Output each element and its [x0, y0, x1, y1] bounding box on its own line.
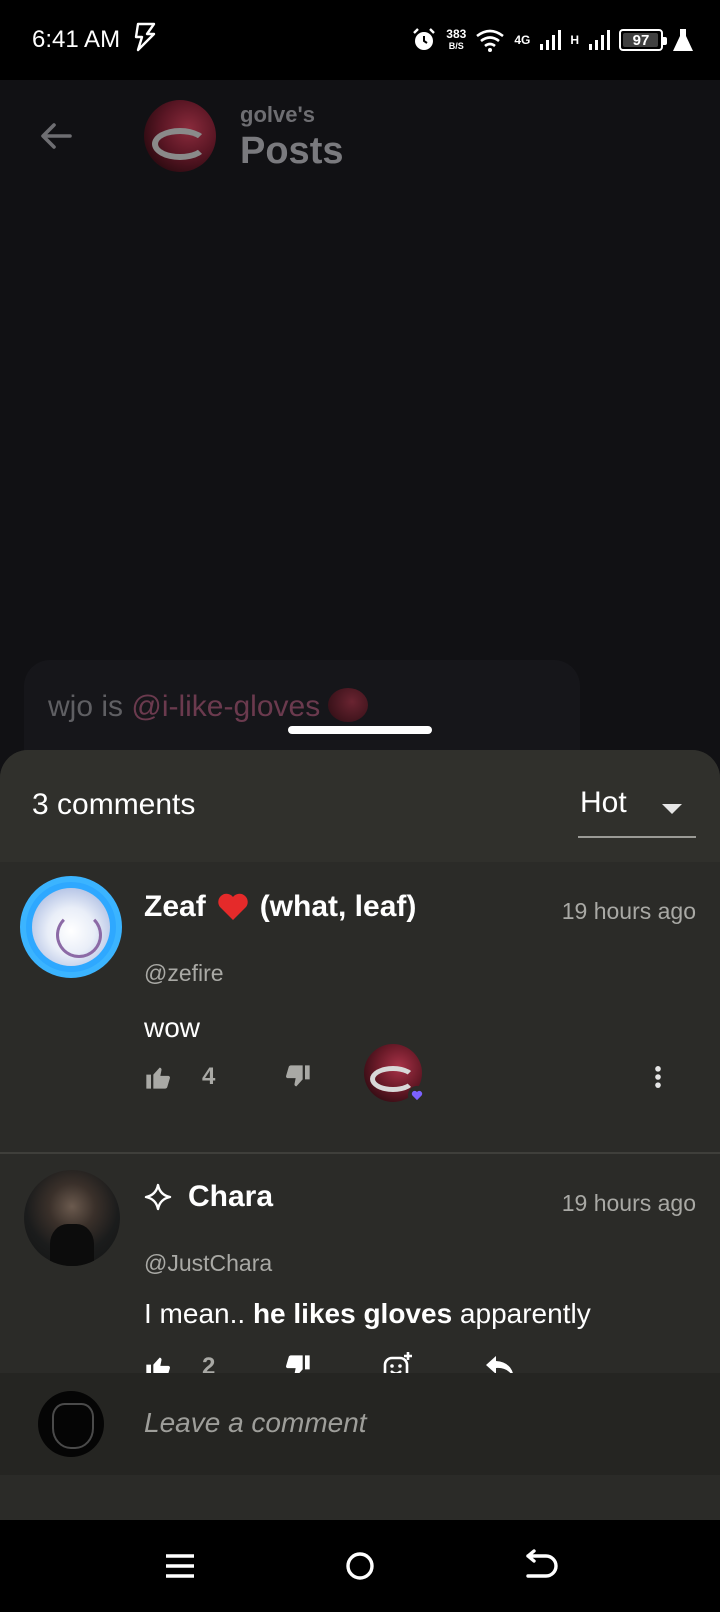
status-bar: 6:41 AM 383 B/S 4G H 97	[0, 0, 720, 80]
sort-dropdown[interactable]: Hot	[578, 774, 696, 838]
sort-value: Hot	[580, 786, 627, 819]
posts-page: golve's Posts wjo is @i-like-gloves	[0, 80, 720, 780]
comment-handle: @zefire	[144, 960, 224, 986]
thumbs-down-icon	[286, 1065, 310, 1087]
sheet-drag-handle[interactable]	[288, 726, 432, 734]
net-speed: 383 B/S	[446, 27, 467, 51]
page-subtitle: golve's	[240, 102, 315, 127]
comments-sheet: 3 comments Hot Zeaf (what, leaf) @zefire…	[0, 750, 720, 1520]
flask-icon	[673, 29, 693, 51]
avatar[interactable]	[20, 876, 122, 978]
more-vert-icon	[655, 1066, 661, 1088]
comment-author[interactable]: Zeaf (what, leaf)	[144, 890, 416, 924]
back-nav-icon[interactable]	[522, 1548, 558, 1584]
comments-count: 3 comments	[32, 788, 196, 821]
back-arrow-icon[interactable]	[36, 116, 76, 156]
comment-time: 19 hours ago	[561, 1190, 696, 1216]
lightning-icon	[134, 22, 156, 52]
custom-emoji-icon	[328, 688, 369, 722]
reaction-heart-icon	[408, 1086, 426, 1104]
more-options-button[interactable]	[644, 1052, 672, 1102]
wifi-icon	[476, 29, 505, 52]
signal-icon	[540, 30, 562, 50]
avatar[interactable]	[24, 1170, 120, 1266]
menu-icon[interactable]	[162, 1548, 198, 1584]
signal-icon-2	[589, 30, 610, 50]
alarm-icon	[413, 28, 436, 50]
comment-handle: @JustChara	[144, 1250, 273, 1276]
network-type-2: H	[570, 33, 579, 47]
comment-author[interactable]: Chara	[144, 1180, 273, 1214]
like-count: 4	[202, 1063, 216, 1090]
sheet-header: 3 comments Hot	[0, 750, 720, 862]
network-type-1: 4G	[514, 33, 531, 47]
comment-input-bar[interactable]: Leave a comment	[0, 1373, 720, 1475]
home-icon[interactable]	[342, 1548, 378, 1584]
post-mention[interactable]: @i-like-gloves	[131, 690, 320, 723]
like-button[interactable]	[144, 1052, 172, 1102]
thumbs-up-icon	[146, 1067, 170, 1089]
battery-icon: 97	[619, 29, 667, 51]
profile-avatar[interactable]	[144, 100, 216, 172]
avatar	[38, 1391, 104, 1457]
chevron-down-icon	[662, 804, 682, 814]
comment-body: wow	[144, 1012, 201, 1043]
heart-icon	[217, 893, 248, 920]
comment-item: Zeaf (what, leaf) @zefire 19 hours ago w…	[0, 862, 720, 1152]
comment-input[interactable]: Leave a comment	[144, 1407, 367, 1439]
comment-actions: 4	[144, 1044, 704, 1104]
comment-time: 19 hours ago	[561, 898, 696, 924]
post-text: wjo is @i-like-gloves	[48, 688, 369, 724]
page-title: Posts	[240, 130, 344, 172]
sparkle-icon	[144, 1183, 172, 1211]
navigation-bar	[0, 1520, 720, 1612]
reaction-chip[interactable]	[364, 1044, 426, 1104]
comment-body: I mean.. he likes gloves apparently	[144, 1298, 591, 1329]
dislike-button[interactable]	[284, 1052, 312, 1102]
status-time: 6:41 AM	[32, 26, 121, 53]
